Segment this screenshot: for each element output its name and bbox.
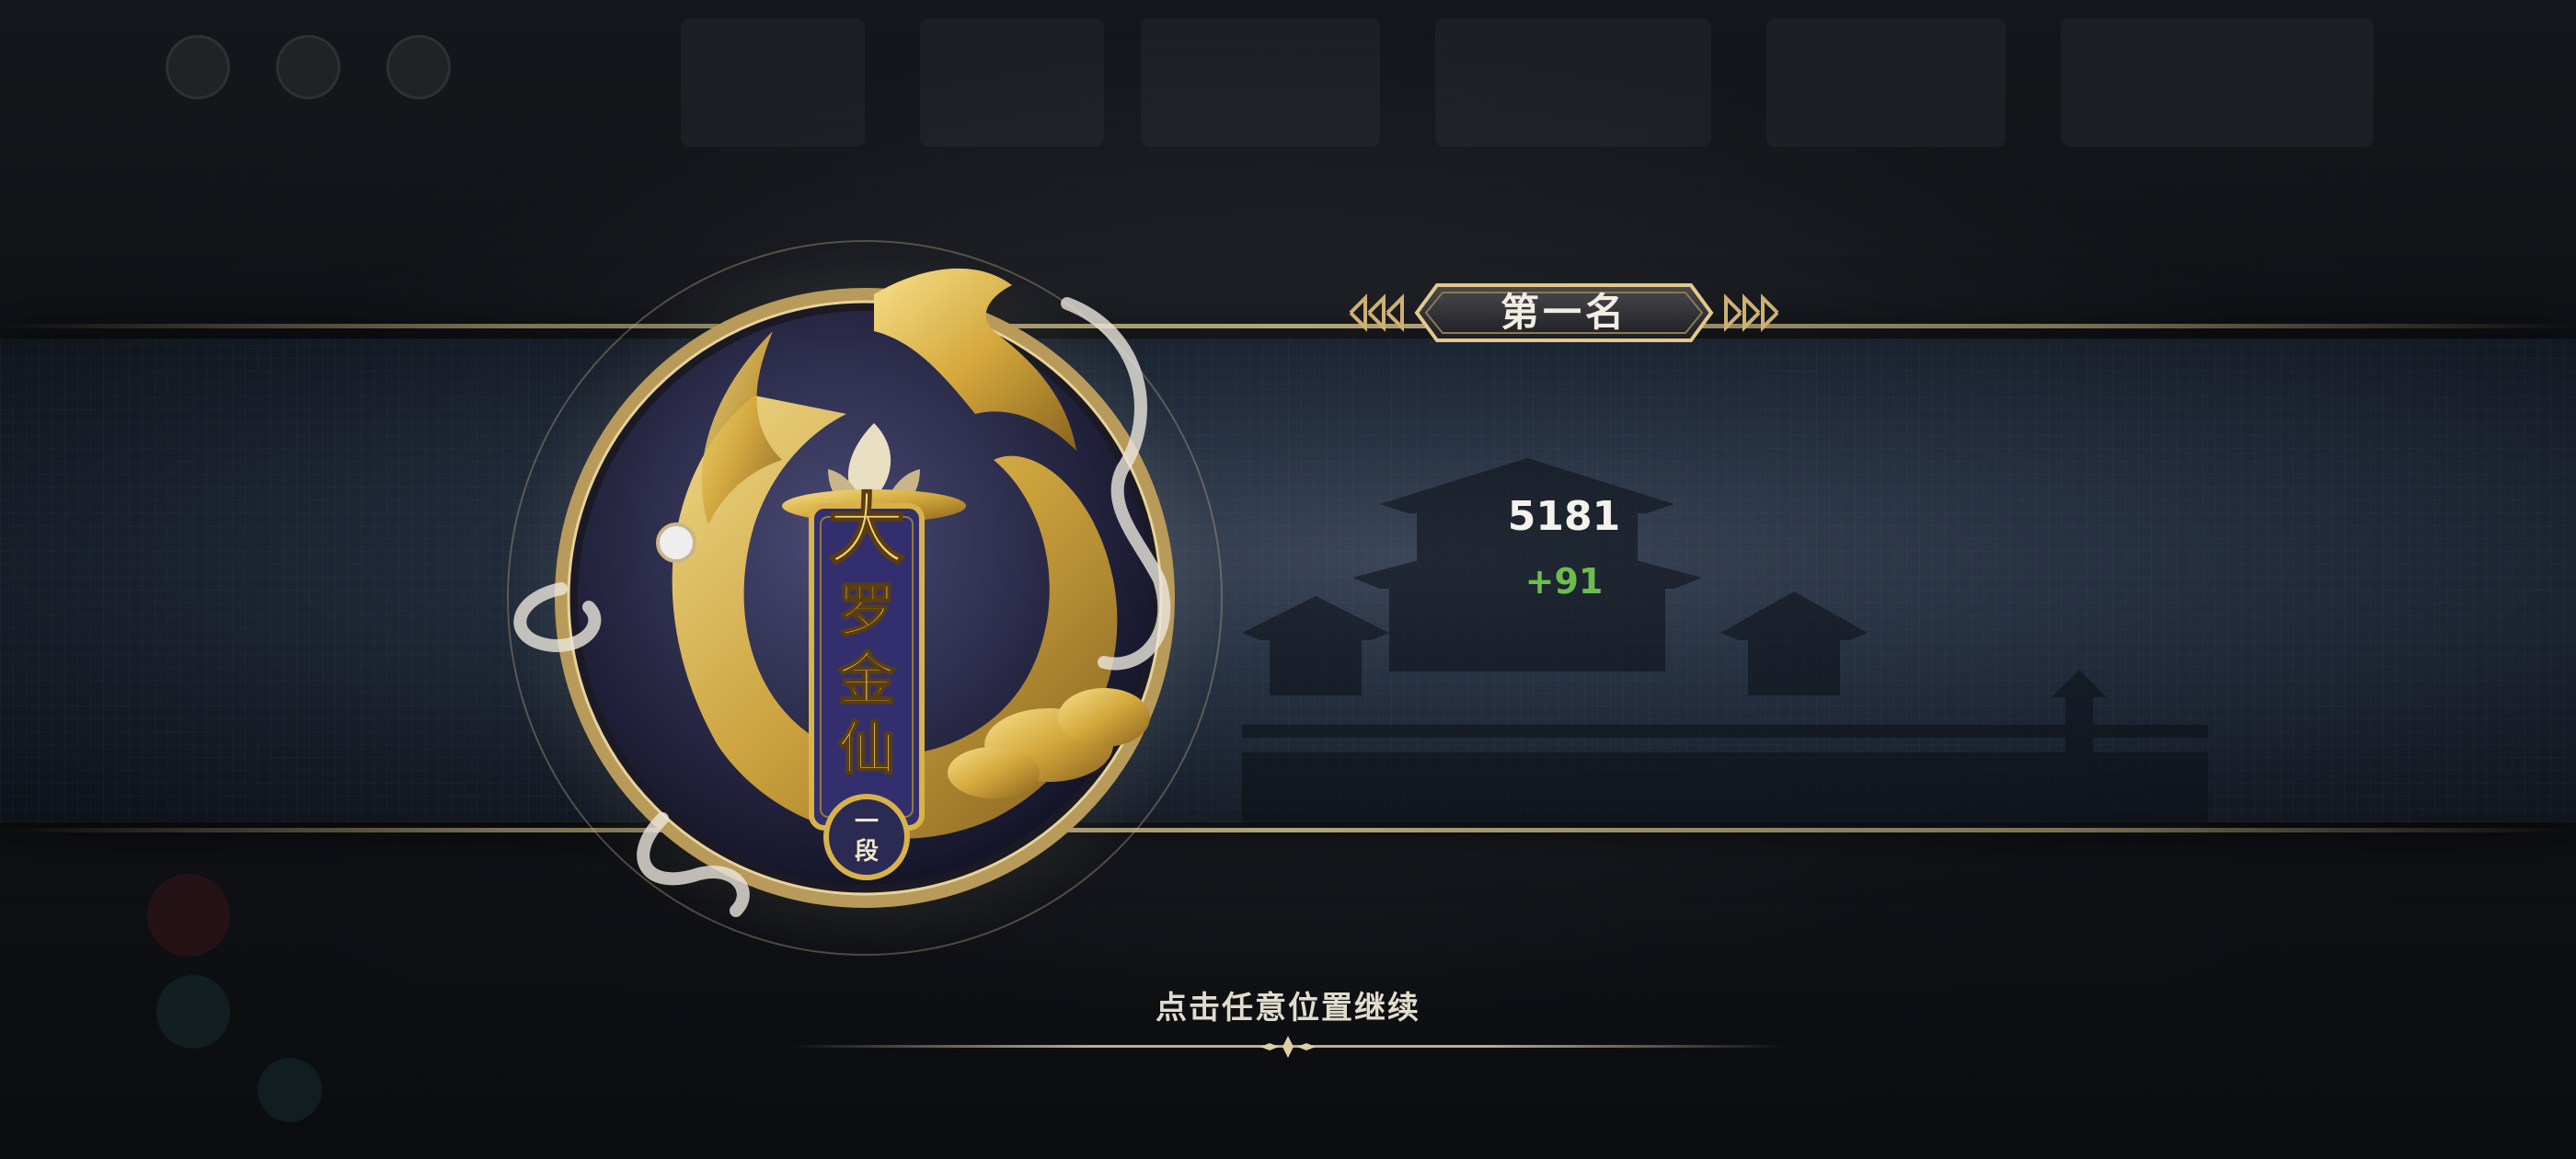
- temple-silhouette: [1242, 458, 2208, 835]
- hud-panel: [1766, 18, 2006, 147]
- band-border-top: [0, 324, 2576, 328]
- side-ornament: [147, 874, 230, 957]
- score-delta: +91: [1524, 561, 1604, 602]
- tier-badge-line: 一: [855, 809, 879, 836]
- hud-panel: [1141, 18, 1380, 147]
- emblem-title-char: 大: [828, 484, 905, 575]
- pearl-icon: [656, 522, 696, 563]
- continue-text: 点击任意位置继续: [1156, 990, 1420, 1027]
- rank-plaque: 第一名: [1334, 276, 1794, 350]
- chat-icon: [276, 35, 340, 99]
- rank-label: 第一名: [1500, 290, 1627, 335]
- emblem-title-char: 仙: [838, 715, 895, 782]
- result-band: [0, 313, 2576, 846]
- cards-icon: [386, 35, 451, 99]
- band-panel: [0, 339, 2576, 835]
- score-value: 5181: [1507, 493, 1621, 540]
- hud-panel: [681, 18, 865, 147]
- dragon-emblem-icon: 大 罗 金 仙 一 段: [506, 239, 1224, 957]
- side-ornament: [258, 1058, 322, 1122]
- tier-badge-line: 段: [855, 837, 879, 866]
- tier-badge: 一 段: [823, 794, 910, 880]
- band-border-bottom: [0, 828, 2576, 832]
- hud-panel: [2061, 18, 2374, 147]
- hud-panel: [1435, 18, 1711, 147]
- divider-ornament-icon: [1260, 1036, 1316, 1058]
- settings-icon: [166, 35, 230, 99]
- emblem-title-char: 罗: [838, 577, 895, 644]
- top-hud-faded: [0, 0, 2576, 276]
- rank-emblem: 大 罗 金 仙 一 段: [478, 230, 1251, 966]
- hud-panel: [920, 18, 1104, 147]
- side-ornament: [156, 975, 230, 1049]
- continue-prompt[interactable]: 点击任意位置继续: [791, 982, 1785, 1058]
- emblem-title-char: 金: [837, 646, 896, 713]
